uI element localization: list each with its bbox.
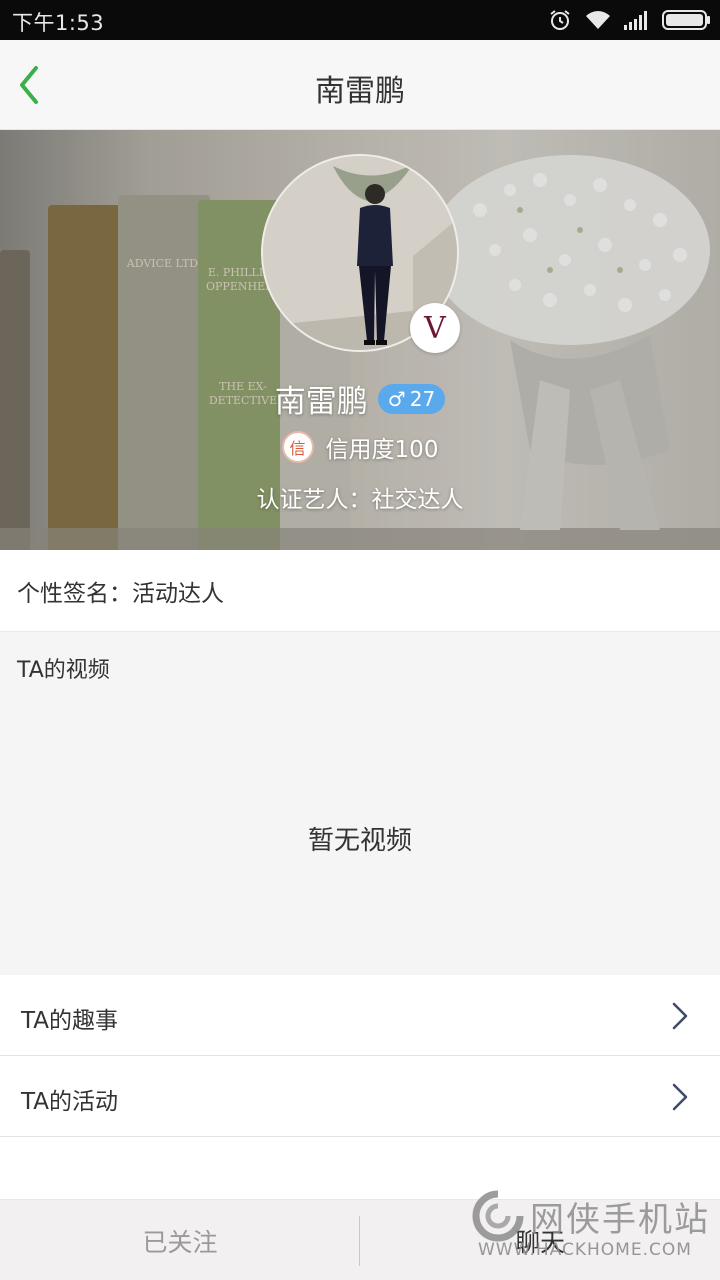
status-bar: 下午1:53	[0, 0, 720, 40]
credit-row: 信 信用度100	[0, 430, 720, 464]
signature-text: 个性签名：活动达人	[17, 581, 224, 607]
list-item-activities[interactable]: TA的活动	[0, 1056, 720, 1137]
credit-icon: 信	[281, 431, 314, 463]
status-icons	[548, 8, 710, 32]
nav-bar: 南雷鹏	[0, 40, 720, 130]
battery-icon	[662, 10, 710, 30]
video-section-title: TA的视频	[17, 658, 110, 683]
verified-badge: V	[410, 303, 460, 353]
gender-age-badge: ♂ 27	[377, 383, 446, 414]
profile-name-row: 南雷鹏 ♂ 27	[0, 376, 720, 421]
alarm-icon	[550, 10, 570, 30]
list-item-label: TA的活动	[21, 1089, 118, 1115]
credit-score: 信用度100	[325, 437, 439, 463]
signature-row: 个性签名：活动达人	[0, 550, 720, 632]
wifi-icon	[586, 11, 610, 29]
profile-name: 南雷鹏	[274, 384, 368, 420]
profile-header: ADVICE LTD. E. PHILLIPS OPPENHEIM THE EX…	[0, 130, 720, 550]
video-section: TA的视频 暂无视频	[0, 632, 720, 975]
male-icon: ♂	[387, 386, 406, 411]
page-title: 南雷鹏	[315, 74, 405, 109]
status-time: 下午1:53	[12, 11, 105, 35]
list-item-label: TA的趣事	[21, 1008, 118, 1034]
video-empty-text: 暂无视频	[307, 826, 412, 856]
chevron-right-icon	[672, 1083, 688, 1111]
list-item-fun-stories[interactable]: TA的趣事	[0, 975, 720, 1056]
bottom-action-bar: 已关注 聊天	[0, 1199, 720, 1280]
certification-text: 认证艺人：社交达人	[256, 487, 464, 513]
chat-button[interactable]: 聊天	[360, 1200, 720, 1280]
chevron-right-icon	[672, 1002, 688, 1030]
signal-icon	[624, 11, 647, 30]
age-value: 27	[409, 386, 436, 411]
followed-button[interactable]: 已关注	[0, 1200, 360, 1280]
